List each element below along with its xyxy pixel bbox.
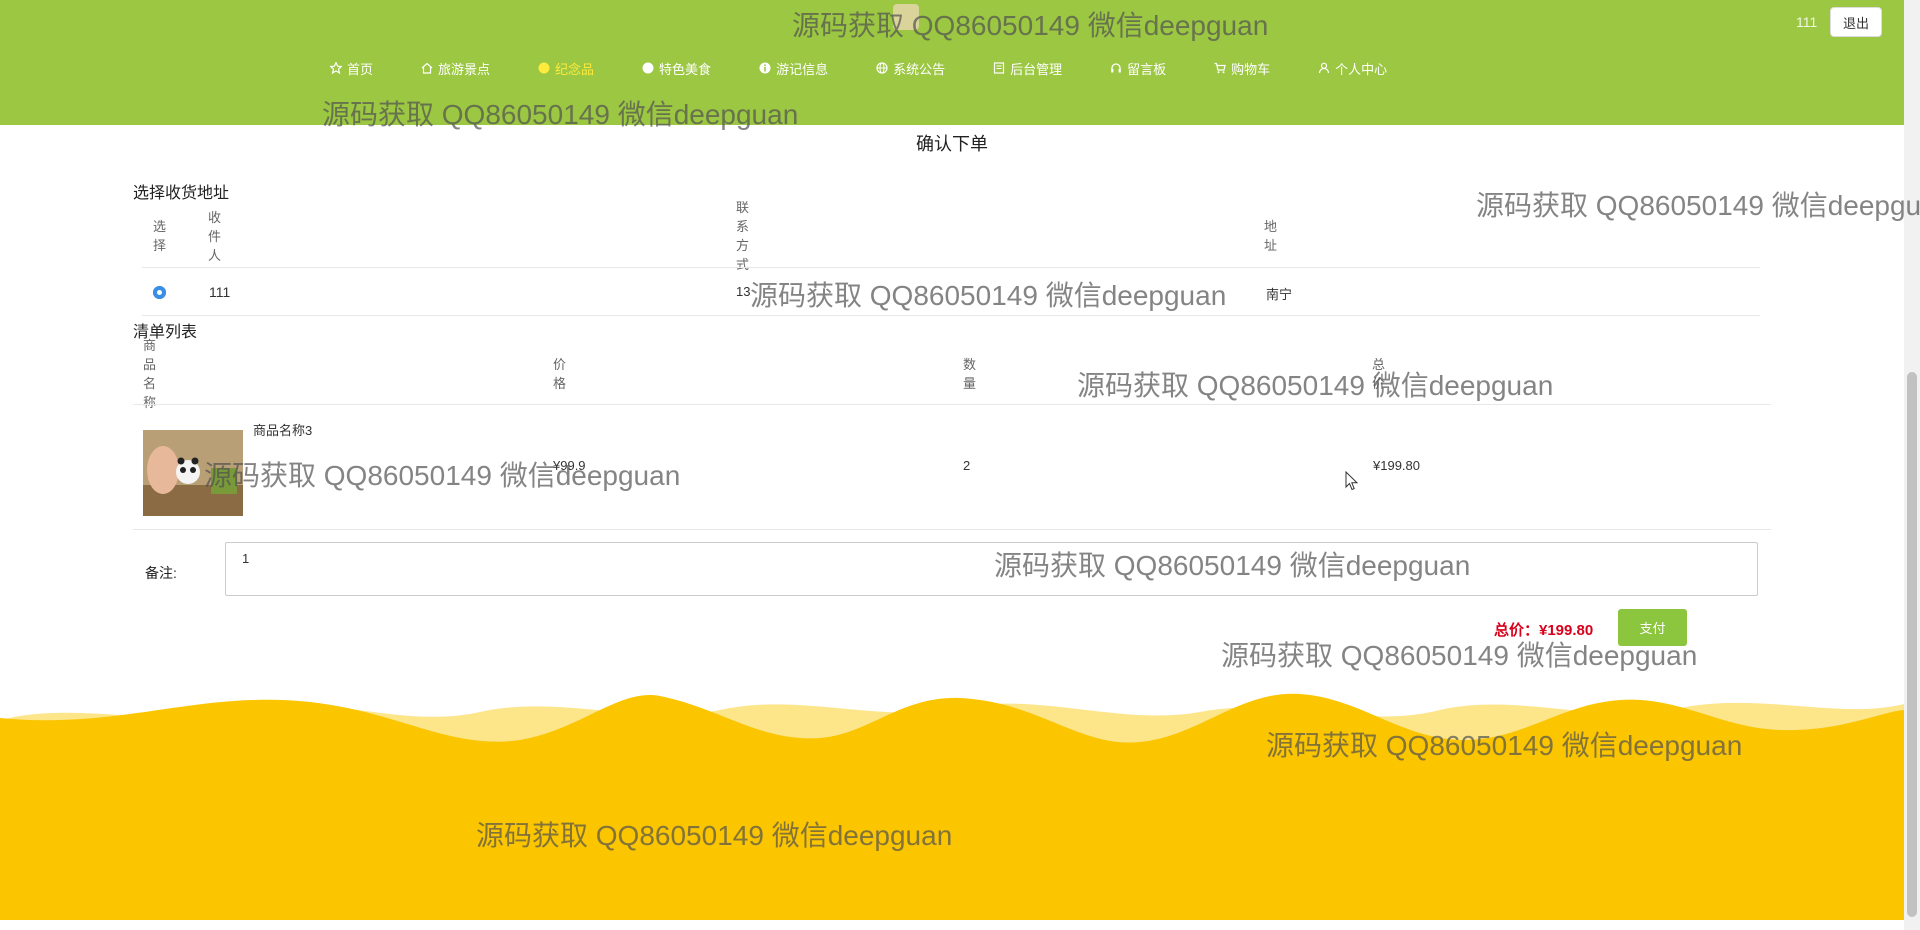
receiver-name: 111 (209, 284, 231, 300)
site-logo (893, 4, 919, 30)
home-icon (421, 62, 433, 74)
remark-textarea[interactable]: 1 (225, 542, 1758, 596)
nav-label: 留言板 (1127, 61, 1167, 77)
logout-button[interactable]: 退出 (1830, 7, 1882, 37)
watermark: 源码获取 QQ86050149 微信deepguan (1077, 370, 1554, 401)
nav-item-cart[interactable]: 购物车 (1214, 59, 1270, 78)
nav-label: 后台管理 (1010, 61, 1063, 77)
page-title: 确认下单 (916, 134, 988, 154)
address-section-title: 选择收货地址 (133, 185, 230, 202)
user-name: 111 (1796, 14, 1818, 30)
watermark: 源码获取 QQ86050149 微信deepguan (1476, 190, 1920, 221)
nav-label: 首页 (347, 61, 374, 77)
column-header: 价格 (553, 357, 567, 391)
address-row[interactable]: 111 13 南宁 (0, 283, 1904, 302)
column-header: 数量 (963, 357, 977, 391)
nav-item-home[interactable]: 首页 (330, 59, 373, 78)
product-total: ¥199.80 (1373, 458, 1420, 473)
footer-wave-decoration (0, 693, 1904, 920)
product-image[interactable] (143, 430, 243, 516)
nav-item-travelogue[interactable]: 游记信息 (759, 59, 828, 78)
nav-item-souvenirs[interactable]: 纪念品 (538, 59, 594, 78)
user-icon (1319, 62, 1330, 74)
divider (133, 529, 1771, 530)
site-branding (760, 0, 1060, 34)
column-header: 联系方式 (736, 200, 750, 272)
nav-item-messages[interactable]: 留言板 (1110, 59, 1166, 78)
receiver-phone: 13 (736, 284, 751, 299)
nav-label: 特色美食 (659, 61, 712, 77)
divider (142, 315, 1760, 316)
nav-label: 购物车 (1231, 61, 1271, 77)
headset-icon (1111, 63, 1121, 73)
nav-item-profile[interactable]: 个人中心 (1318, 59, 1387, 78)
watermark: 源码获取 QQ86050149 微信deepguan (204, 460, 681, 491)
nav-label: 旅游景点 (438, 61, 491, 77)
product-photo (143, 430, 243, 516)
receiver-address: 南宁 (1266, 287, 1293, 302)
nav-label: 纪念品 (555, 61, 595, 77)
circle-icon (538, 62, 550, 74)
nav-label: 系统公告 (893, 61, 946, 77)
page-scrollbar-thumb[interactable] (1907, 372, 1917, 917)
column-header: 商品名称 (143, 338, 157, 410)
divider (142, 267, 1760, 268)
product-quantity: 2 (963, 458, 971, 473)
nav-item-admin[interactable]: 后台管理 (993, 59, 1062, 78)
nav-item-announcements[interactable]: 系统公告 (876, 59, 945, 78)
order-total: 总价：¥199.80 (1494, 622, 1594, 639)
column-header: 选择 (153, 219, 167, 253)
nav-label: 游记信息 (776, 61, 829, 77)
remark-label: 备注: (145, 565, 177, 581)
address-radio[interactable] (153, 286, 166, 299)
nav-item-attractions[interactable]: 旅游景点 (421, 59, 490, 78)
globe-icon (876, 62, 888, 74)
nav-item-food[interactable]: 特色美食 (642, 59, 711, 78)
divider (133, 404, 1771, 405)
info-icon (759, 62, 771, 74)
product-price: ¥99.9 (553, 458, 586, 473)
column-header: 总价 (1372, 357, 1386, 391)
cart-icon (1214, 62, 1226, 74)
doc-icon (993, 62, 1005, 74)
column-header: 收件人 (208, 209, 222, 263)
circle-icon (642, 62, 654, 74)
nav-label: 个人中心 (1335, 61, 1388, 77)
product-name: 商品名称3 (253, 423, 313, 438)
star-icon (330, 62, 342, 74)
main-nav: 首页 旅游景点 纪念品 特色美食 游记信息 系统公告 后台管理 留言板 购物车 … (330, 58, 1387, 78)
mouse-cursor-icon (1345, 471, 1359, 491)
pay-button[interactable]: 支付 (1618, 609, 1687, 646)
column-header: 地址 (1264, 219, 1278, 253)
